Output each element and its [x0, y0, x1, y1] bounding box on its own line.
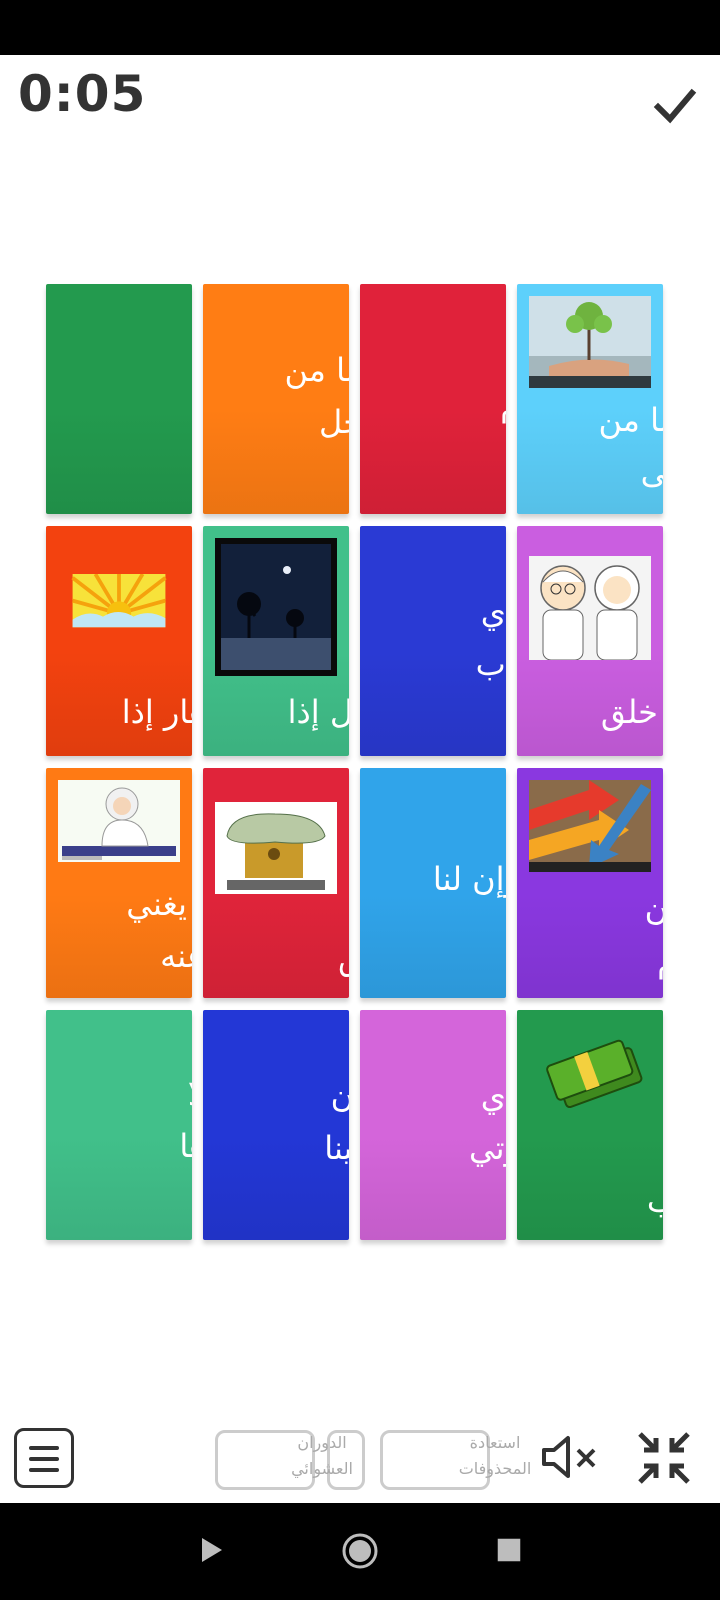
card[interactable]: هار إذا	[46, 526, 192, 756]
arrows-people-icon	[529, 780, 651, 872]
card-text: ا يغني عنه	[126, 885, 192, 975]
card-text: وإن لنا	[432, 860, 506, 898]
card[interactable]: ذي ؤتي	[360, 1010, 506, 1240]
card-text: هار إذا	[121, 693, 192, 731]
status-bar	[0, 0, 720, 55]
card-text: ذي ؤتي	[468, 1077, 506, 1167]
home-icon[interactable]	[340, 1531, 380, 1571]
card-text: لا ها	[179, 1075, 192, 1165]
card[interactable]: ذي ذب	[360, 526, 506, 756]
card-text: ا	[46, 364, 192, 416]
android-nav-bar	[0, 1503, 720, 1600]
card[interactable]: ا	[46, 284, 192, 514]
card-text: ا خلق	[600, 693, 658, 731]
card[interactable]: ما من خل	[203, 284, 349, 514]
card-text: ما من خل	[284, 351, 349, 441]
money-lock-icon	[215, 802, 337, 894]
card[interactable]: ما من لى	[517, 284, 663, 514]
card-text: يل إذا	[287, 693, 349, 731]
submit-check-icon[interactable]	[650, 81, 700, 131]
card-text: ما من لى	[598, 401, 663, 491]
card-text: إن م	[644, 890, 663, 980]
mute-icon[interactable]	[540, 1432, 600, 1482]
hands-plant-icon	[529, 296, 651, 388]
card-text: إن لينا	[324, 1077, 349, 1167]
sunrise-icon	[71, 574, 167, 628]
timer: 0:05	[18, 65, 147, 123]
game-screen: 0:05 ا ما من خل م ما من لى	[0, 55, 720, 1503]
recents-icon[interactable]	[496, 1537, 522, 1563]
card[interactable]: يل إذا	[203, 526, 349, 756]
exit-fullscreen-icon[interactable]	[636, 1430, 692, 1486]
restore-deleted-label: استعادة المحذوفات	[458, 1433, 532, 1478]
menu-button[interactable]	[14, 1428, 74, 1488]
card-text: م	[360, 379, 506, 431]
card-text: ب	[646, 1182, 663, 1220]
card[interactable]: ب	[517, 1010, 663, 1240]
card[interactable]: ا خلق	[517, 526, 663, 756]
card[interactable]: ا يغني عنه	[46, 768, 192, 998]
card[interactable]: لا ها	[46, 1010, 192, 1240]
card-text: ذي ذب	[475, 593, 506, 683]
card[interactable]: م	[360, 284, 506, 514]
couple-cartoon-icon	[529, 556, 651, 660]
random-spin-label: الدوران العشوائي	[291, 1433, 353, 1478]
card-text: ق	[203, 933, 349, 985]
bottom-toolbar: الدوران العشوائي استعادة المحذوفات	[0, 1418, 720, 1503]
card[interactable]: إن لينا	[203, 1010, 349, 1240]
night-moon-icon	[215, 538, 337, 676]
card[interactable]: وإن لنا	[360, 768, 506, 998]
back-icon[interactable]	[196, 1535, 226, 1565]
money-stack-icon	[546, 1039, 643, 1109]
praying-girl-icon	[58, 780, 180, 862]
card[interactable]: إن م	[517, 768, 663, 998]
card[interactable]: ق	[203, 768, 349, 998]
